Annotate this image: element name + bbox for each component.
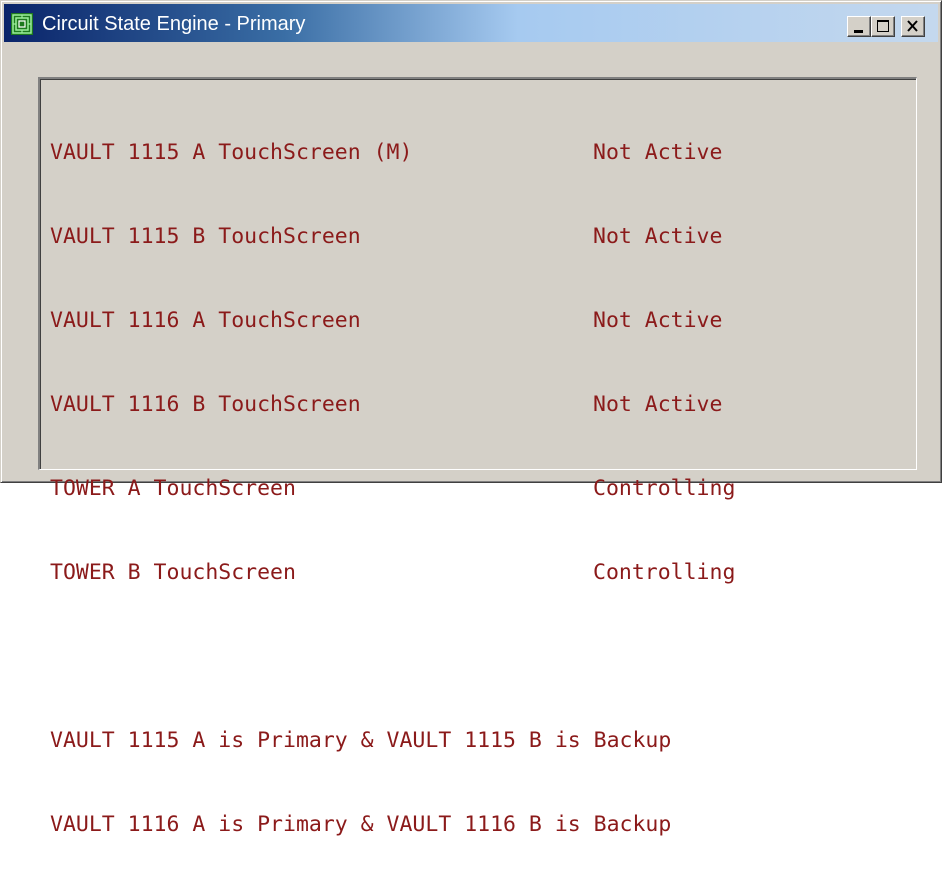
minimize-icon [854,30,863,33]
title-bar[interactable]: Circuit State Engine - Primary [4,4,938,42]
device-name: TOWER B TouchScreen [50,560,296,585]
status-row: TOWER B TouchScreen Controlling [50,559,735,587]
device-state: Controlling [593,560,736,585]
app-window: Circuit State Engine - Primary VAULT 111… [0,0,942,837]
maximize-button[interactable] [871,16,895,37]
device-state: Controlling [593,476,736,501]
device-name: VAULT 1115 A TouchScreen (M) [50,140,413,165]
status-row: VAULT 1116 A TouchScreen Not Active [50,307,722,335]
device-state: Not Active [593,308,723,333]
maximize-icon [877,20,889,32]
device-name: VAULT 1115 B TouchScreen [50,224,361,249]
device-name: VAULT 1116 B TouchScreen [50,392,361,417]
device-state: Not Active [593,140,723,165]
status-row: TOWER A TouchScreen Controlling [50,475,735,503]
redundancy-message: VAULT 1116 A is Primary & VAULT 1116 B i… [50,812,672,837]
device-name: VAULT 1116 A TouchScreen [50,308,361,333]
close-icon [907,20,918,32]
device-state: Not Active [593,224,723,249]
redundancy-message: VAULT 1115 A is Primary & VAULT 1115 B i… [50,728,672,753]
window-title: Circuit State Engine - Primary [42,13,306,35]
status-row: VAULT 1115 B TouchScreen Not Active [50,223,722,251]
minimize-button[interactable] [847,16,871,37]
device-state: Not Active [593,392,723,417]
status-output-panel: VAULT 1115 A TouchScreen (M) Not Active … [38,77,917,837]
close-button[interactable] [901,16,925,37]
status-row: VAULT 1116 B TouchScreen Not Active [50,391,722,419]
status-row: VAULT 1115 A TouchScreen (M) Not Active [50,139,722,167]
device-name: TOWER A TouchScreen [50,476,296,501]
status-output: VAULT 1115 A TouchScreen (M) Not Active … [50,83,735,895]
app-circuit-icon[interactable] [11,13,33,35]
